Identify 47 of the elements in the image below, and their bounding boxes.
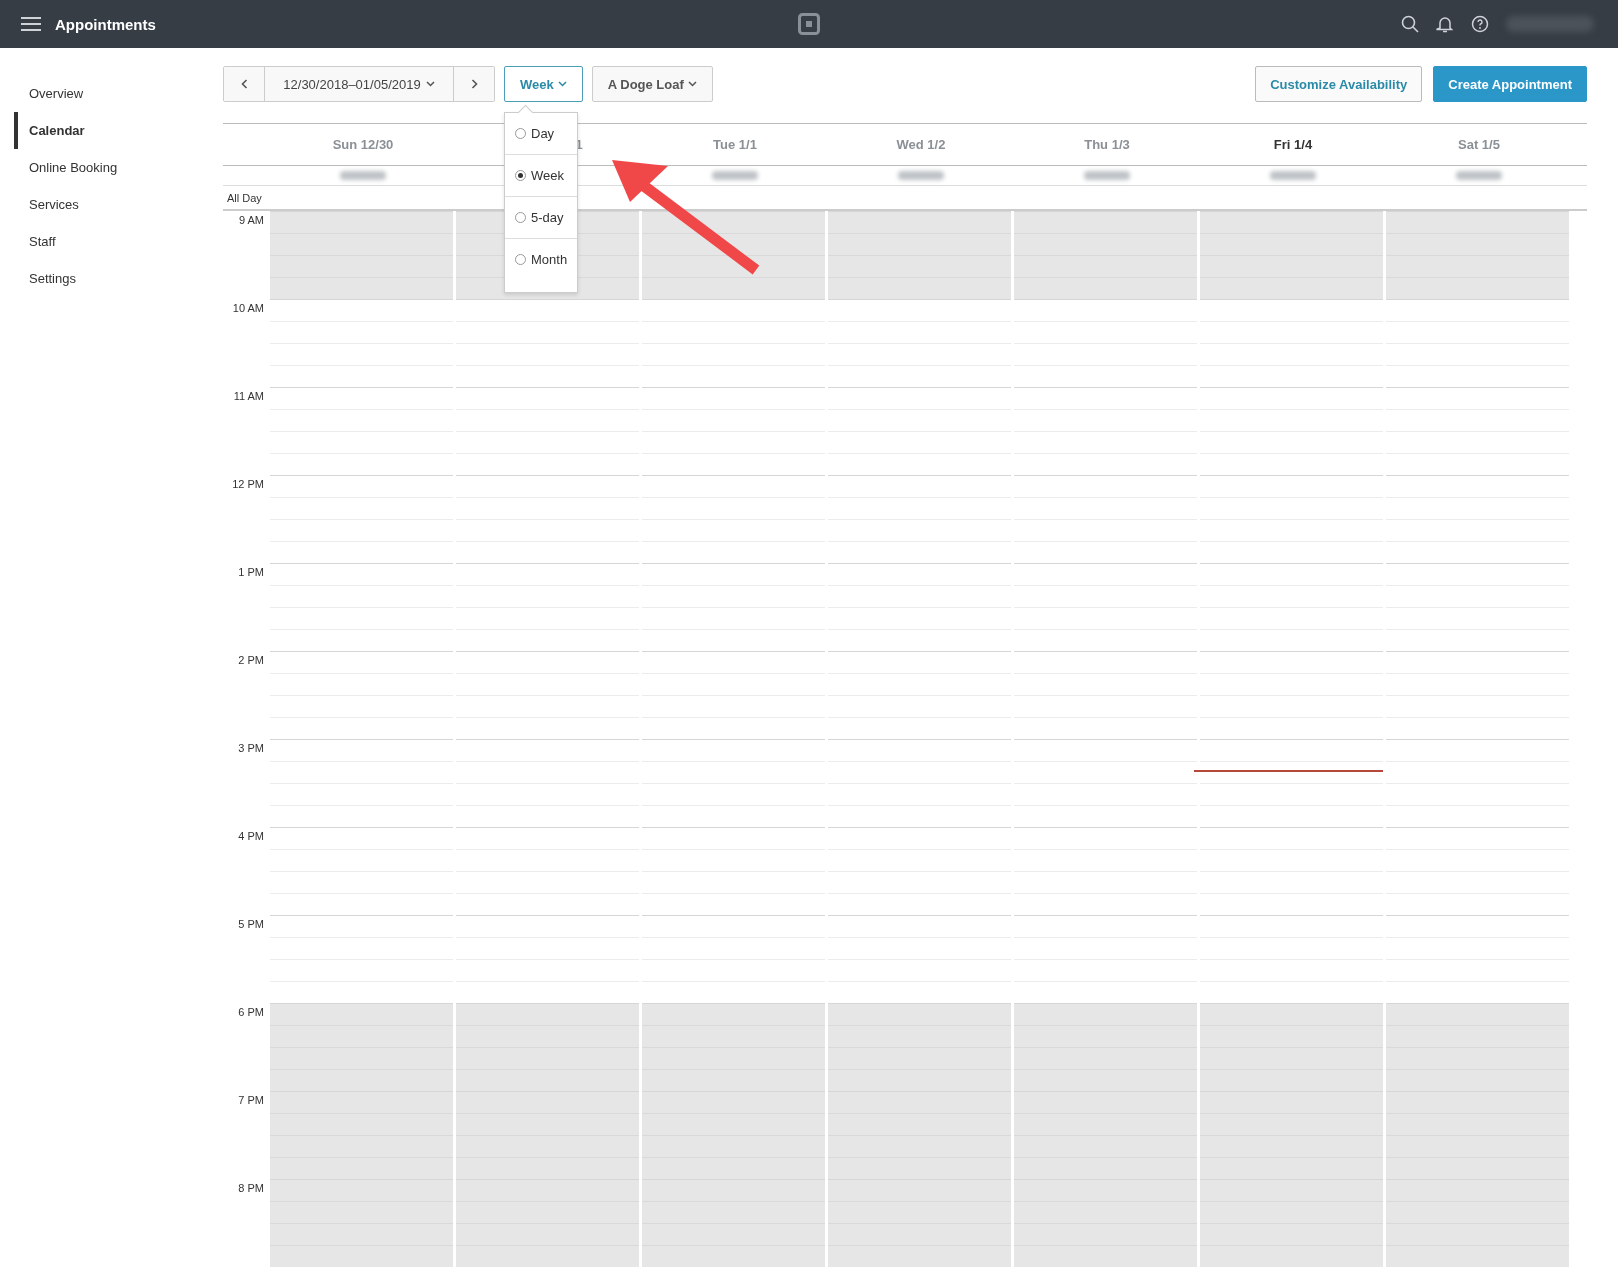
time-label: 10 AM: [232, 302, 264, 314]
redacted-staff-name: [1084, 171, 1130, 180]
time-label: 1 PM: [238, 566, 264, 578]
redacted-staff-name: [712, 171, 758, 180]
next-button[interactable]: [454, 67, 494, 101]
chevron-left-icon: [240, 79, 248, 89]
search-icon[interactable]: [1401, 15, 1419, 33]
sidebar-item[interactable]: Calendar: [14, 112, 85, 149]
date-range-dropdown[interactable]: 12/30/2018–01/05/2019: [264, 67, 454, 101]
bell-icon[interactable]: [1436, 15, 1454, 33]
redacted-staff-name: [340, 171, 386, 180]
sidebar-item[interactable]: Online Booking: [0, 149, 118, 186]
location-dropdown[interactable]: A Doge Loaf: [591, 66, 713, 102]
view-option[interactable]: Week: [505, 155, 577, 197]
app-title: Appointments: [55, 15, 156, 33]
chevron-right-icon: [470, 79, 478, 89]
caret-icon: [687, 81, 697, 87]
time-label: 12 PM: [232, 478, 264, 490]
time-label: 11 AM: [233, 390, 264, 402]
caret-icon: [557, 81, 567, 87]
sidebar-item[interactable]: Settings: [0, 260, 76, 297]
time-label: 9 AM: [238, 214, 264, 226]
view-dropdown[interactable]: Week: [504, 66, 583, 102]
all-day-label: All Day: [226, 191, 262, 204]
day-header[interactable]: Fri 1/4: [1273, 137, 1313, 152]
logo-icon[interactable]: [798, 13, 820, 35]
sidebar-item[interactable]: Staff: [0, 223, 56, 260]
time-label: 8 PM: [238, 1182, 264, 1194]
redacted-staff-name: [1270, 171, 1316, 180]
redacted-staff-name: [898, 171, 944, 180]
caret-icon: [425, 81, 435, 87]
time-label: 4 PM: [238, 830, 264, 842]
redacted-staff-name: [1456, 171, 1502, 180]
time-label: 6 PM: [238, 1006, 264, 1018]
view-option[interactable]: 5-day: [505, 197, 577, 239]
sidebar-item[interactable]: Overview: [0, 75, 84, 112]
previous-button[interactable]: [224, 67, 264, 101]
sidebar-item[interactable]: Services: [0, 186, 79, 223]
view-option[interactable]: Month: [505, 239, 577, 280]
time-label: 5 PM: [238, 918, 264, 930]
help-icon[interactable]: [1471, 15, 1489, 33]
menu-icon[interactable]: [21, 17, 41, 31]
view-option[interactable]: Day: [505, 113, 577, 155]
time-label: 2 PM: [238, 654, 264, 666]
time-label: 7 PM: [238, 1094, 264, 1106]
time-label: 3 PM: [238, 742, 264, 754]
customize-button[interactable]: Customize Availability: [1255, 66, 1423, 102]
